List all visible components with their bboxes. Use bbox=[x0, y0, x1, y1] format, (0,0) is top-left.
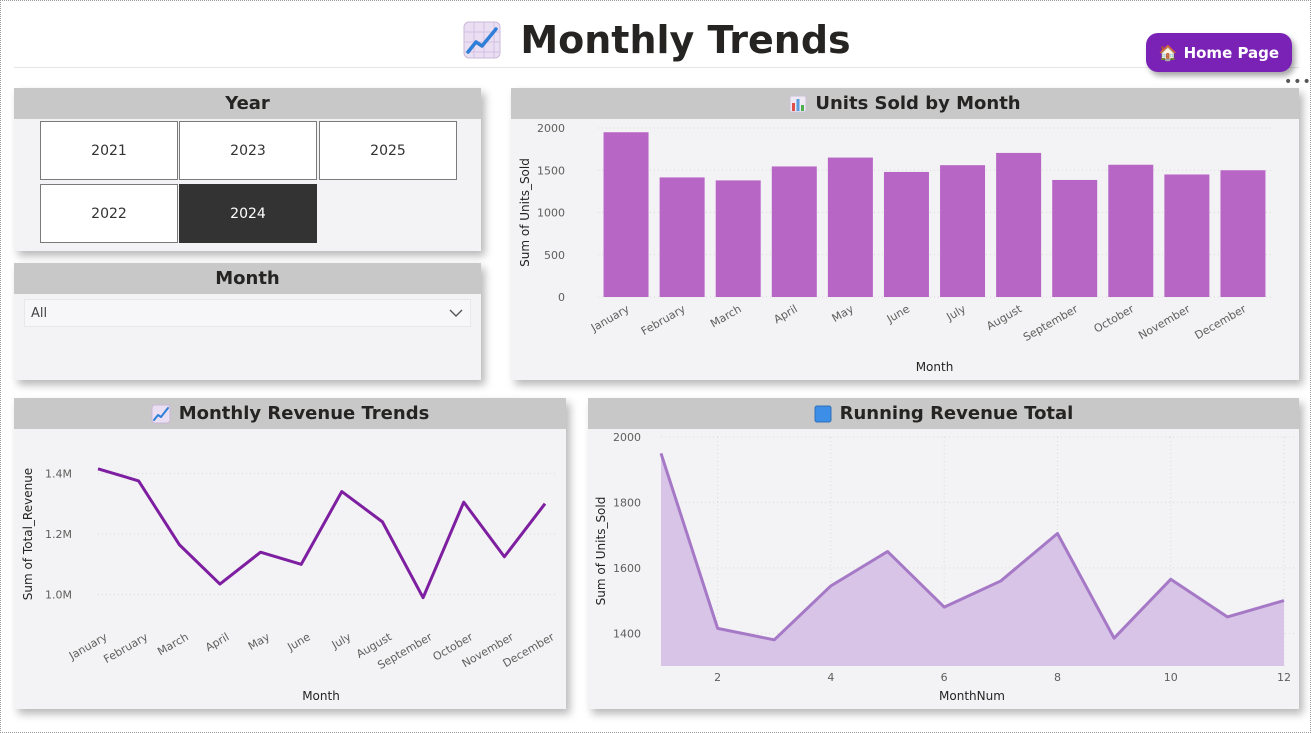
page-title: Monthly Trends bbox=[520, 18, 851, 62]
more-options-icon[interactable]: ••• bbox=[1284, 75, 1311, 89]
year-tile-2021[interactable]: 2021 bbox=[40, 121, 178, 180]
y-tick-label: 1.4M bbox=[45, 467, 72, 480]
bar-august bbox=[996, 152, 1042, 297]
running-area-fill bbox=[661, 453, 1284, 666]
year-tile-2025[interactable]: 2025 bbox=[319, 121, 457, 180]
y-axis-title: Sum of Total_Revenue bbox=[21, 468, 35, 600]
units-sold-chart-title-text: Units Sold by Month bbox=[815, 93, 1021, 114]
x-tick-label: August bbox=[984, 302, 1024, 333]
bar-april bbox=[771, 166, 817, 297]
running-total-chart-title: Running Revenue Total bbox=[588, 398, 1299, 429]
home-page-button[interactable]: 🏠 Home Page bbox=[1146, 33, 1292, 72]
revenue-trends-chart-title-text: Monthly Revenue Trends bbox=[178, 403, 430, 424]
x-tick-label: April bbox=[203, 630, 231, 654]
month-slicer-title-text: Month bbox=[215, 268, 280, 289]
bar-may bbox=[827, 157, 873, 297]
bar-january bbox=[603, 132, 649, 297]
x-tick-label: 10 bbox=[1164, 671, 1178, 684]
x-axis-title: Month bbox=[302, 689, 340, 703]
x-tick-label: 2 bbox=[714, 671, 721, 684]
y-tick-label: 1000 bbox=[537, 207, 565, 220]
y-tick-label: 2000 bbox=[537, 122, 565, 135]
x-tick-label: March bbox=[155, 630, 191, 658]
x-tick-label: October bbox=[1092, 302, 1137, 336]
y-tick-label: 2000 bbox=[613, 431, 641, 444]
bar-february bbox=[659, 177, 705, 297]
x-tick-label: September bbox=[1021, 302, 1081, 344]
x-tick-label: November bbox=[1136, 302, 1192, 342]
year-tile-2022[interactable]: 2022 bbox=[40, 184, 178, 243]
y-tick-label: 500 bbox=[544, 249, 565, 262]
bar-september bbox=[1052, 179, 1098, 297]
x-tick-label: 12 bbox=[1277, 671, 1291, 684]
house-icon: 🏠 bbox=[1158, 43, 1178, 62]
x-tick-label: 4 bbox=[827, 671, 834, 684]
x-tick-label: December bbox=[1193, 302, 1249, 342]
bar-july bbox=[940, 165, 986, 297]
month-slicer-title: Month bbox=[14, 263, 481, 294]
x-tick-label: February bbox=[101, 630, 150, 666]
y-tick-label: 1500 bbox=[537, 164, 565, 177]
y-tick-label: 1.2M bbox=[45, 528, 72, 541]
revenue-trends-chart-panel: Monthly Revenue Trends 1.0M 1.2M 1.4M Janua… bbox=[14, 398, 566, 709]
x-axis-title: MonthNum bbox=[939, 689, 1005, 703]
x-tick-label: July bbox=[944, 302, 969, 324]
x-tick-label: 8 bbox=[1054, 671, 1061, 684]
units-sold-chart-panel: Units Sold by Month 0 500 1000 1500 2000 Janu… bbox=[511, 88, 1299, 380]
month-slicer: Month All bbox=[14, 263, 481, 380]
running-total-chart-panel: Running Revenue Total 1400 1600 1800 2000 2 4… bbox=[588, 398, 1299, 709]
month-dropdown[interactable]: All bbox=[24, 299, 471, 327]
title-wrap: Monthly Trends bbox=[14, 18, 1299, 62]
x-tick-label: March bbox=[708, 302, 744, 330]
bar-march bbox=[715, 180, 761, 297]
year-slicer-title: Year bbox=[14, 88, 481, 119]
units-sold-bar-chart: 0 500 1000 1500 2000 January February March Apri… bbox=[518, 122, 1271, 374]
bar-december bbox=[1220, 170, 1266, 297]
y-tick-label: 0 bbox=[558, 291, 565, 304]
units-sold-chart-title: Units Sold by Month bbox=[511, 88, 1299, 119]
x-tick-label: April bbox=[772, 302, 800, 326]
revenue-line-chart: 1.0M1.2M1.4MJanuaryFebruary March April May… bbox=[21, 467, 557, 703]
revenue-line bbox=[97, 467, 547, 600]
revenue-trends-chart-title: Monthly Revenue Trends bbox=[14, 398, 566, 429]
year-tile-2023[interactable]: 2023 bbox=[179, 121, 317, 180]
x-tick-label: 6 bbox=[941, 671, 948, 684]
bar-chart-icon bbox=[789, 95, 807, 112]
x-axis-title: Month bbox=[916, 360, 954, 374]
blue-square-icon bbox=[814, 405, 832, 422]
bar-october bbox=[1108, 164, 1154, 297]
year-tile-2024[interactable]: 2024 bbox=[179, 184, 317, 243]
year-slicer: Year 2021 2023 2025 2022 2024 bbox=[14, 88, 481, 251]
page-header: Monthly Trends 🏠 Home Page bbox=[14, 6, 1299, 72]
y-axis-title: Sum of Units_Sold bbox=[594, 497, 608, 606]
bar-november bbox=[1164, 174, 1210, 297]
year-slicer-title-text: Year bbox=[225, 93, 270, 114]
x-tick-label: February bbox=[639, 302, 688, 338]
x-tick-label: May bbox=[246, 630, 273, 653]
y-tick-label: 1.0M bbox=[45, 589, 72, 602]
y-axis-title: Sum of Units_Sold bbox=[518, 158, 532, 267]
x-tick-label: June bbox=[884, 302, 912, 326]
x-tick-label: June bbox=[285, 630, 313, 654]
bar-june bbox=[883, 171, 929, 297]
chevron-down-icon bbox=[449, 309, 463, 317]
running-total-area-chart: 1400 1600 1800 2000 2 4 6 8 10 12 MonthNum Sum of U… bbox=[594, 431, 1296, 703]
x-tick-label: July bbox=[329, 630, 354, 652]
x-tick-label: January bbox=[588, 302, 632, 335]
chart-increasing-icon bbox=[151, 404, 171, 423]
month-dropdown-value: All bbox=[31, 305, 48, 321]
y-tick-label: 1600 bbox=[613, 562, 641, 575]
x-tick-label: May bbox=[830, 302, 857, 325]
chart-increasing-icon bbox=[463, 21, 501, 59]
home-page-label: Home Page bbox=[1183, 43, 1280, 62]
running-total-chart-title-text: Running Revenue Total bbox=[839, 403, 1074, 424]
y-tick-label: 1400 bbox=[613, 627, 641, 640]
y-tick-label: 1800 bbox=[613, 496, 641, 509]
